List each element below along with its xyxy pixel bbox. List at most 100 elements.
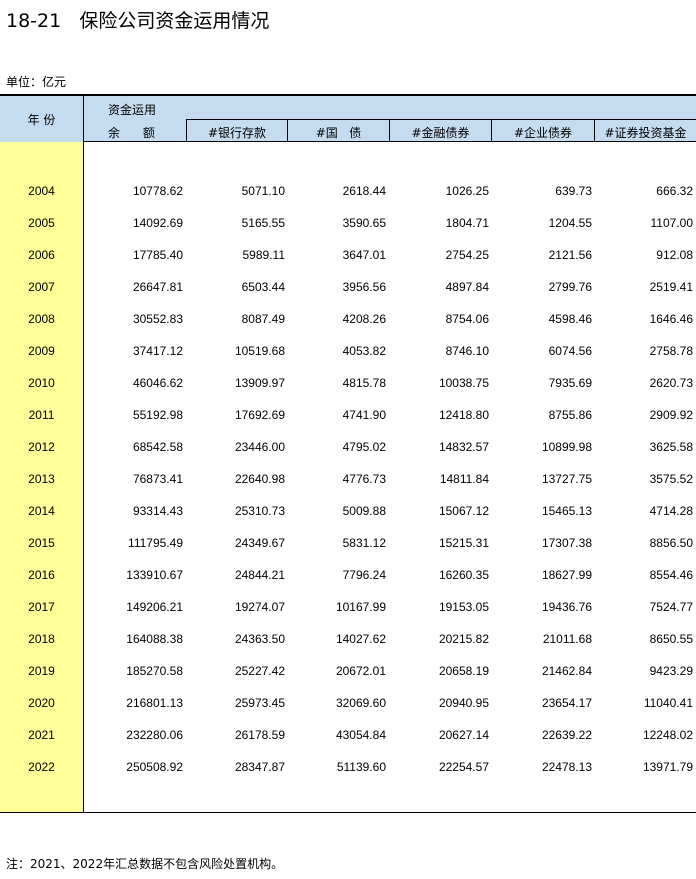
value-cell: 6503.44: [241, 280, 285, 294]
value-cell: 3625.58: [649, 440, 693, 454]
year-cell: 2009: [28, 344, 55, 358]
value-cell: 25973.45: [234, 696, 285, 710]
header-financial-bonds: #金融债券: [411, 126, 470, 140]
year-cell: 2016: [28, 568, 55, 582]
value-cell: 13909.97: [234, 376, 285, 390]
value-cell: 8746.10: [445, 344, 489, 358]
value-cell: 111795.49: [128, 536, 183, 550]
value-cell: 2909.92: [649, 408, 693, 422]
table-row: 2015 111795.49 24349.67 5831.12 15215.31 1730…: [0, 536, 696, 556]
value-cell: 4897.84: [445, 280, 489, 294]
value-cell: 912.08: [656, 248, 693, 262]
year-cell: 2011: [28, 408, 55, 422]
value-cell: 21462.84: [541, 664, 592, 678]
value-cell: 10038.75: [438, 376, 489, 390]
value-cell: 1204.55: [548, 216, 592, 230]
table-top-rule: [0, 94, 696, 96]
table-row: 2017 149206.21 19274.07 10167.99 19153.05 194…: [0, 600, 696, 620]
value-cell: 1804.71: [445, 216, 489, 230]
value-cell: 8755.86: [548, 408, 592, 422]
value-cell: 4795.02: [342, 440, 386, 454]
value-cell: 4741.90: [342, 408, 386, 422]
value-cell: 14027.62: [335, 632, 386, 646]
value-cell: 22640.98: [234, 472, 285, 486]
value-cell: 24363.50: [234, 632, 285, 646]
value-cell: 24844.21: [234, 568, 285, 582]
header-balance: 余 额: [108, 126, 155, 140]
value-cell: 250508.92: [126, 760, 183, 774]
value-cell: 2754.25: [445, 248, 489, 262]
table-row: 2020 216801.13 25973.45 32069.60 20940.95 236…: [0, 696, 696, 716]
value-cell: 14832.57: [438, 440, 489, 454]
value-cell: 26178.59: [234, 728, 285, 742]
value-cell: 5071.10: [241, 184, 285, 198]
value-cell: 666.32: [656, 184, 693, 198]
year-cell: 2010: [28, 376, 55, 390]
header-treasury-bonds: #国 债: [315, 126, 362, 140]
value-cell: 8856.50: [649, 536, 693, 550]
value-cell: 17692.69: [234, 408, 285, 422]
value-cell: 4598.46: [548, 312, 592, 326]
year-cell: 2021: [28, 728, 55, 742]
value-cell: 2121.56: [548, 248, 592, 262]
table-row: 2021 232280.06 26178.59 43054.84 20627.14 226…: [0, 728, 696, 748]
table-row: 2008 30552.83 8087.49 4208.26 8754.06 4598.46…: [0, 312, 696, 332]
value-cell: 2799.76: [548, 280, 592, 294]
value-cell: 15215.31: [438, 536, 489, 550]
table-row: 2013 76873.41 22640.98 4776.73 14811.84 13727…: [0, 472, 696, 492]
value-cell: 19436.76: [541, 600, 592, 614]
value-cell: 15067.12: [438, 504, 489, 518]
value-cell: 8650.55: [649, 632, 693, 646]
value-cell: 3956.56: [342, 280, 386, 294]
value-cell: 14092.69: [132, 216, 183, 230]
table-row: 2019 185270.58 25227.42 20672.01 20658.19 214…: [0, 664, 696, 684]
table-row: 2022 250508.92 28347.87 51139.60 22254.57 224…: [0, 760, 696, 780]
table-row: 2014 93314.43 25310.73 5009.88 15067.12 15465…: [0, 504, 696, 524]
value-cell: 24349.67: [234, 536, 285, 550]
footnote: 注：2021、2022年汇总数据不包含风险处置机构。: [6, 857, 284, 871]
value-cell: 43054.84: [335, 728, 386, 742]
value-cell: 20627.14: [438, 728, 489, 742]
value-cell: 76873.41: [132, 472, 183, 486]
year-cell: 2022: [28, 760, 55, 774]
table-row: 2010 46046.62 13909.97 4815.78 10038.75 7935.…: [0, 376, 696, 396]
year-cell: 2006: [28, 248, 55, 262]
table-row: 2005 14092.69 5165.55 3590.65 1804.71 1204.55…: [0, 216, 696, 236]
value-cell: 46046.62: [132, 376, 183, 390]
value-cell: 4053.82: [342, 344, 386, 358]
value-cell: 6074.56: [548, 344, 592, 358]
table-row: 2007 26647.81 6503.44 3956.56 4897.84 2799.76…: [0, 280, 696, 300]
value-cell: 23446.00: [234, 440, 285, 454]
year-cell: 2018: [28, 632, 55, 646]
value-cell: 20672.01: [335, 664, 386, 678]
year-cell: 2005: [28, 216, 55, 230]
value-cell: 13727.75: [541, 472, 592, 486]
value-cell: 15465.13: [541, 504, 592, 518]
value-cell: 2620.73: [649, 376, 693, 390]
value-cell: 8754.06: [445, 312, 489, 326]
value-cell: 20940.95: [438, 696, 489, 710]
value-cell: 25310.73: [234, 504, 285, 518]
value-cell: 232280.06: [126, 728, 183, 742]
value-cell: 19274.07: [234, 600, 285, 614]
value-cell: 17307.38: [541, 536, 592, 550]
value-cell: 2618.44: [342, 184, 386, 198]
value-cell: 19153.05: [438, 600, 489, 614]
value-cell: 11040.41: [643, 696, 693, 710]
value-cell: 12418.80: [438, 408, 489, 422]
value-cell: 26647.81: [132, 280, 183, 294]
header-group: 资金运用: [108, 103, 157, 117]
value-cell: 8087.49: [241, 312, 285, 326]
value-cell: 55192.98: [132, 408, 183, 422]
value-cell: 10899.98: [541, 440, 592, 454]
year-cell: 2015: [28, 536, 55, 550]
value-cell: 21011.68: [542, 632, 592, 646]
header-year: 年 份: [27, 113, 56, 127]
year-cell: 2004: [28, 184, 55, 198]
table-row: 2004 10778.62 5071.10 2618.44 1026.25 639.73 6…: [0, 184, 696, 204]
table-row: 2011 55192.98 17692.69 4741.90 12418.80 8755.…: [0, 408, 696, 428]
value-cell: 7935.69: [548, 376, 592, 390]
year-cell: 2008: [28, 312, 55, 326]
table-row: 2006 17785.40 5989.11 3647.01 2754.25 2121.56…: [0, 248, 696, 268]
unit-label: 单位：亿元: [6, 75, 67, 89]
